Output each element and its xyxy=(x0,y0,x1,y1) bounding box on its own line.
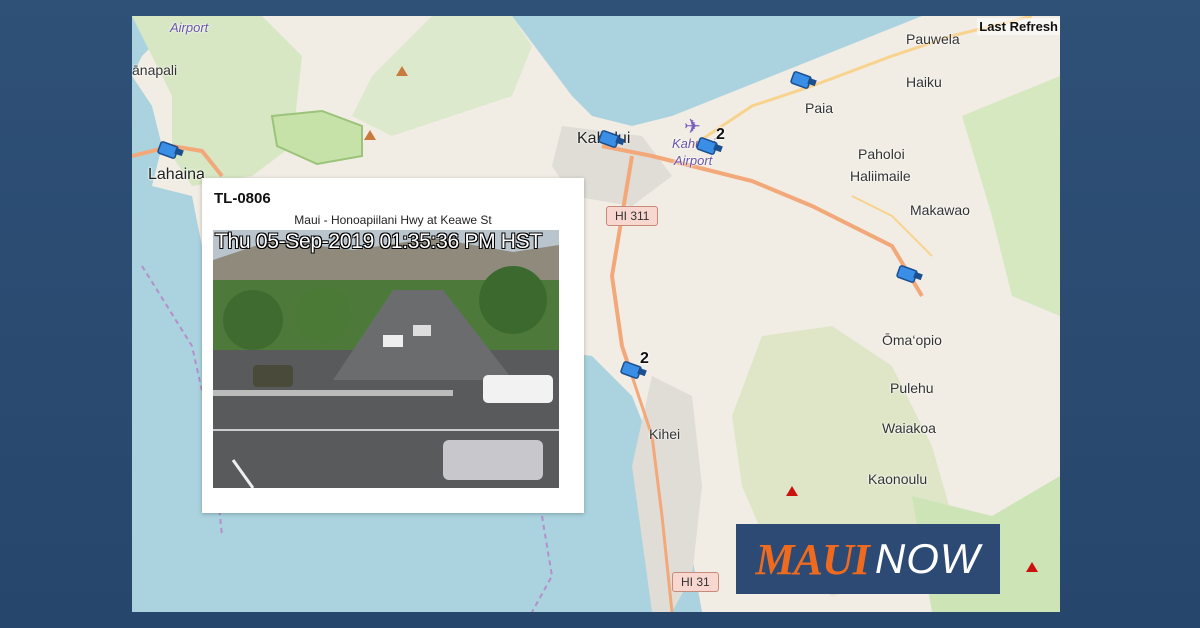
camera-cluster-kihei[interactable]: 2 xyxy=(620,350,650,382)
camera-icon xyxy=(157,141,184,159)
place-pauwela: Pauwela xyxy=(906,31,960,47)
logo-maui-text: MAUI xyxy=(755,534,869,584)
place-kaanapali: ānapali xyxy=(132,62,178,78)
camera-icon xyxy=(790,71,817,89)
camera-cluster-count: 2 xyxy=(716,126,725,143)
place-kaonoulu: Kaonoulu xyxy=(868,471,928,487)
camera-marker-kahului[interactable] xyxy=(598,129,628,151)
camera-popup[interactable]: TL-0806 Maui - Honoapiilani Hwy at Keawe… xyxy=(202,178,584,513)
place-pulehu: Pulehu xyxy=(890,380,934,396)
camera-marker-lahaina[interactable] xyxy=(157,140,187,162)
camera-marker-paia[interactable] xyxy=(790,70,820,92)
logo-now-text: NOW xyxy=(874,535,981,582)
camera-marker-makawao[interactable] xyxy=(896,264,926,286)
camera-timestamp: Thu 05-Sep-2019 01:35:36 PM HST xyxy=(215,230,542,253)
traffic-camera-map[interactable]: Last Refresh Airport ānapali Lahaina Kah… xyxy=(132,16,1060,612)
place-waiakoa: Waiakoa xyxy=(882,420,936,436)
camera-id: TL-0806 xyxy=(214,190,271,207)
place-kihei: Kihei xyxy=(649,426,681,442)
camera-snapshot-image: Thu 05-Sep-2019 01:35:36 PM HST xyxy=(213,230,559,488)
shield-hi31: HI 31 xyxy=(672,572,719,592)
mauinow-logo: MAUI NOW xyxy=(736,524,1000,594)
camera-cluster-kahului-airport[interactable]: 2 xyxy=(696,126,726,158)
place-haliimaile: Haliimaile xyxy=(850,168,911,184)
camera-location: Maui - Honoapiilani Hwy at Keawe St xyxy=(294,213,492,227)
camera-icon xyxy=(896,265,923,283)
place-lahaina: Lahaina xyxy=(148,166,205,183)
shield-hi311: HI 311 xyxy=(606,206,659,226)
place-omaopio: Ōma‘opio xyxy=(882,332,942,348)
place-paia: Paia xyxy=(805,100,834,116)
camera-icon xyxy=(598,130,625,148)
place-haiku: Haiku xyxy=(906,74,942,90)
place-airport-west: Airport xyxy=(170,20,209,35)
camera-scene xyxy=(213,230,559,488)
place-makawao: Makawao xyxy=(910,202,970,218)
last-refresh-label: Last Refresh xyxy=(977,18,1060,35)
place-paholoi: Paholoi xyxy=(858,146,905,162)
camera-cluster-count: 2 xyxy=(640,350,649,367)
